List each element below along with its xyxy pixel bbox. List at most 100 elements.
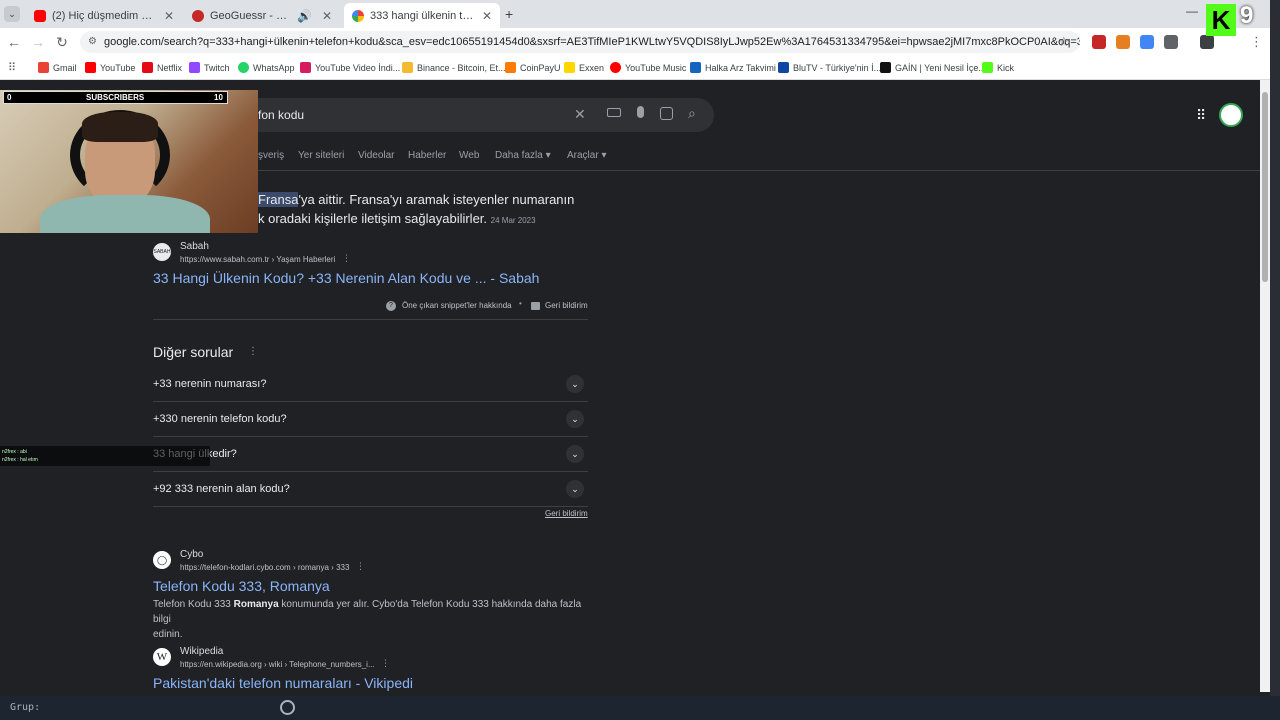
address-bar[interactable]: ⚙ google.com/search?q=333+hangi+ülkenin+… — [80, 31, 1080, 53]
bookmark-gmail[interactable]: Gmail — [38, 62, 77, 73]
streamer-hair — [82, 112, 158, 142]
bookmark-binance[interactable]: Binance - Bitcoin, Et... — [402, 62, 506, 73]
more-options-icon[interactable]: ⋮ — [342, 253, 351, 264]
tab-news[interactable]: Haberler — [408, 150, 446, 161]
bookmark-kick[interactable]: Kick — [982, 62, 1014, 73]
extensions-puzzle-icon[interactable] — [1164, 35, 1178, 49]
group-target-icon[interactable] — [280, 700, 295, 715]
extension-fox-icon[interactable] — [1116, 35, 1130, 49]
chat-message: n2frex : abi — [2, 449, 27, 455]
chevron-down-icon[interactable]: ⌄ — [566, 410, 584, 428]
snippet-highlight: Fransa — [258, 192, 299, 207]
tab-places[interactable]: Yer siteleri — [298, 150, 344, 161]
chat-message: n2frex : hal etım — [2, 457, 38, 463]
extension-translate-icon[interactable] — [1140, 35, 1154, 49]
source-url[interactable]: https://en.wikipedia.org › wiki › Teleph… — [180, 660, 375, 669]
media-control-icon[interactable] — [1200, 35, 1214, 49]
search-input[interactable]: fon kodu — [258, 108, 304, 122]
feedback-icon[interactable] — [531, 302, 540, 310]
paa-question[interactable]: +92 333 nerenin alan kodu? ⌄ — [153, 472, 588, 507]
tab-web[interactable]: Web — [459, 150, 479, 161]
scrollbar-thumb[interactable] — [1262, 92, 1268, 282]
tab-geoguessr[interactable]: GeoGuessr - Let's explore th 🔊 ✕ — [184, 3, 340, 28]
chevron-down-icon[interactable]: ⌄ — [566, 445, 584, 463]
sabah-favicon: SABAH — [153, 243, 171, 261]
bookmark-exxen[interactable]: Exxen — [564, 62, 604, 73]
search-icon[interactable]: ⌕ — [688, 105, 696, 122]
clear-icon[interactable]: ✕ — [574, 106, 586, 123]
bookmark-netflix[interactable]: Netflix — [142, 62, 182, 73]
paa-question[interactable]: +330 nerenin telefon kodu? ⌄ — [153, 402, 588, 437]
bookmark-twitch[interactable]: Twitch — [189, 62, 230, 73]
paa-feedback-link[interactable]: Geri bildirim — [545, 509, 588, 518]
lens-icon[interactable] — [660, 107, 673, 120]
bookmark-halka-arz[interactable]: Halka Arz Takvimi — [690, 62, 776, 73]
site-info-icon[interactable]: ⚙ — [88, 36, 97, 47]
result-snippet-cybo: Telefon Kodu 333 Romanya konumunda yer a… — [153, 599, 582, 640]
tab-videos[interactable]: Videolar — [358, 150, 395, 161]
tab-more[interactable]: Daha fazla ▾ — [495, 150, 551, 161]
geoguessr-icon — [192, 9, 204, 22]
bookmark-youtube-music[interactable]: YouTube Music — [610, 62, 686, 73]
bookmark-star-icon[interactable]: ☆ — [1058, 34, 1070, 50]
separator-dot: • — [519, 299, 522, 308]
bookmark-youtube[interactable]: YouTube — [85, 62, 135, 73]
paa-title: Diğer sorular — [153, 344, 234, 360]
minimize-button[interactable]: — — [1186, 4, 1198, 18]
wikipedia-favicon: W — [153, 648, 171, 666]
menu-dots-icon[interactable]: ⋮ — [1250, 34, 1263, 50]
chevron-down-icon[interactable]: ⌄ — [566, 480, 584, 498]
source-url[interactable]: https://telefon-kodlari.cybo.com › roman… — [180, 563, 349, 572]
back-button[interactable]: ← — [6, 34, 22, 50]
paa-question[interactable]: 33 hangi ülkedir? ⌄ — [153, 437, 588, 472]
snippet-about-link[interactable]: Öne çıkan snippet'ler hakkında — [402, 301, 512, 310]
source-url[interactable]: https://www.sabah.com.tr › Yaşam Haberle… — [180, 255, 335, 264]
snippet-divider — [153, 319, 588, 320]
featured-snippet-text: Fransa'ya aittir. Fransa'yı aramak istey… — [258, 190, 598, 230]
snippet-line2: k oradaki kişilerle iletişim sağlayabili… — [258, 211, 488, 226]
tab-shopping[interactable]: şveriş — [258, 150, 284, 161]
bookmark-coinpayu[interactable]: CoinPayU — [505, 62, 561, 73]
extension-shield-icon[interactable] — [1092, 35, 1106, 49]
result-link-sabah[interactable]: 33 Hangi Ülkenin Kodu? +33 Nerenin Alan … — [153, 270, 539, 286]
feedback-link[interactable]: Geri bildirim — [545, 301, 588, 310]
viewer-count: 9 — [1240, 2, 1254, 29]
blutv-icon — [778, 62, 789, 73]
result-link-cybo[interactable]: Telefon Kodu 333, Romanya — [153, 578, 330, 594]
account-avatar[interactable] — [1219, 103, 1243, 127]
bookmark-gain[interactable]: GAİN | Yeni Nesil İçe... — [880, 62, 986, 73]
microphone-icon[interactable] — [637, 106, 644, 118]
apps-grid-icon[interactable]: ⠿ — [8, 61, 16, 74]
forward-button[interactable]: → — [30, 34, 46, 50]
google-apps-icon[interactable]: ⠿ — [1196, 107, 1206, 124]
gmail-icon — [38, 62, 49, 73]
source-name: Cybo — [180, 549, 204, 560]
browser-toolbar: ← → ↻ ⚙ google.com/search?q=333+hangi+ül… — [0, 28, 1280, 56]
chevron-down-icon[interactable]: ⌄ — [566, 375, 584, 393]
more-options-icon[interactable]: ⋮ — [356, 561, 365, 572]
close-icon[interactable]: ✕ — [322, 9, 332, 23]
page-scrollbar[interactable] — [1260, 80, 1270, 692]
new-tab-button[interactable]: + — [505, 6, 513, 22]
tab-tools[interactable]: Araçlar ▾ — [567, 150, 606, 161]
tab-youtube[interactable]: (2) Hiç düşmedim mi aklına - ✕ — [26, 3, 182, 28]
result-link-wikipedia[interactable]: Pakistan'daki telefon numaraları - Vikip… — [153, 675, 413, 691]
help-icon[interactable]: ? — [386, 301, 396, 311]
tab-google-search[interactable]: 333 hangi ülkenin telefon kodu ✕ — [344, 3, 500, 28]
bookmark-blutv[interactable]: BluTV - Türkiye'nin İ... — [778, 62, 881, 73]
more-options-icon[interactable]: ⋮ — [381, 658, 390, 669]
bookmark-whatsapp[interactable]: WhatsApp — [238, 62, 295, 73]
tab-title: GeoGuessr - Let's explore th — [210, 9, 291, 22]
kick-logo: K — [1206, 4, 1236, 36]
streamer-shirt — [40, 195, 210, 233]
reload-button[interactable]: ↻ — [54, 34, 70, 51]
speaker-icon[interactable]: 🔊 — [297, 9, 312, 23]
paa-question[interactable]: +33 nerenin numarası? ⌄ — [153, 367, 588, 402]
close-icon[interactable]: ✕ — [164, 9, 174, 23]
keyboard-icon[interactable] — [607, 108, 621, 117]
tab-search-button[interactable]: ⌄ — [4, 6, 20, 22]
close-icon[interactable]: ✕ — [482, 9, 492, 23]
bookmark-youtube-video-indir[interactable]: YouTube Video İndi... — [300, 62, 400, 73]
paa-more-icon[interactable]: ⋮ — [248, 346, 258, 357]
webcam-overlay — [0, 90, 258, 233]
